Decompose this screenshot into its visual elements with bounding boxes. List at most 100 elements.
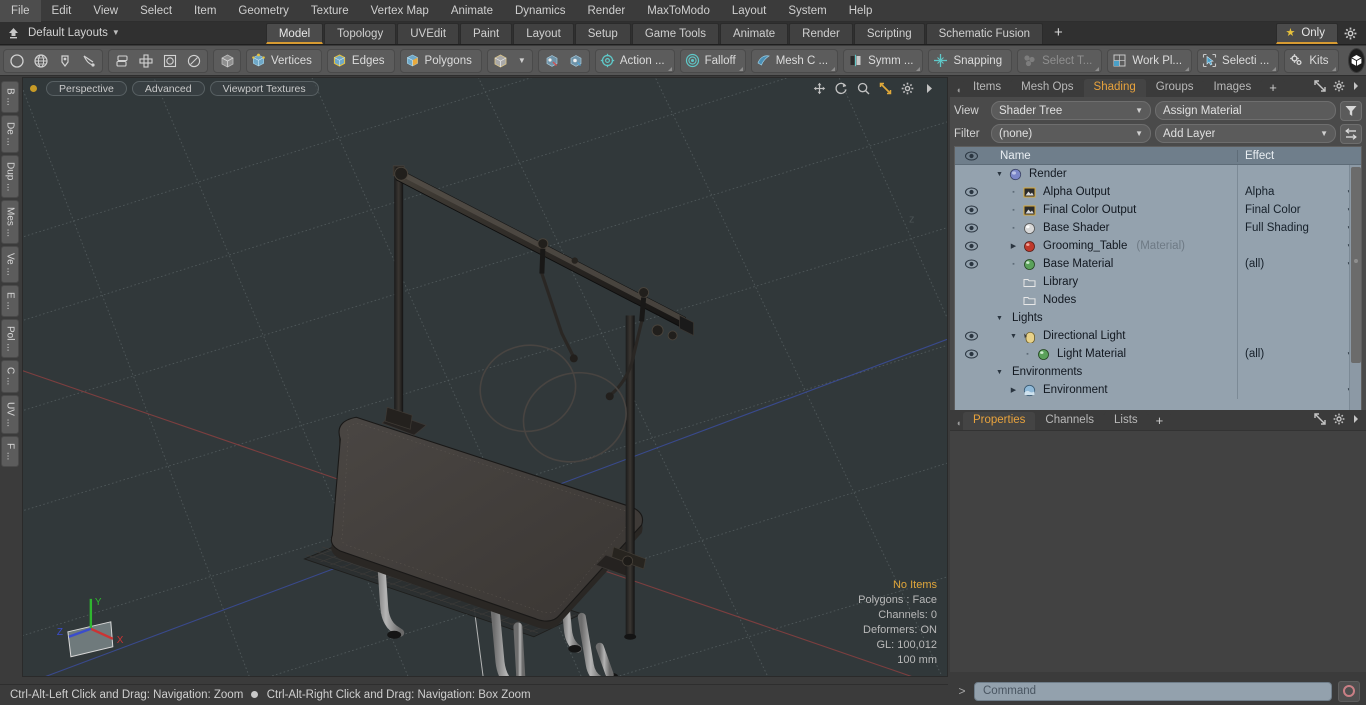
tab-images[interactable]: Images [1203, 79, 1262, 97]
chevron-right-icon[interactable] [1352, 81, 1360, 94]
tab-shading[interactable]: Shading [1083, 79, 1146, 97]
home-icon[interactable] [0, 22, 26, 44]
tab-mesh-ops[interactable]: Mesh Ops [1011, 79, 1084, 97]
left-tool-tab-9[interactable]: F ... [1, 435, 19, 467]
shader-tree-effect-cell[interactable]: Final Color▼ [1237, 201, 1361, 219]
layout-tab-game-tools[interactable]: Game Tools [631, 23, 719, 44]
panel-dot-icon[interactable]: ◖ [954, 416, 963, 430]
pen-icon[interactable] [53, 50, 77, 72]
menu-item-system[interactable]: System [777, 0, 837, 22]
falloff-button[interactable]: Falloff [679, 48, 746, 73]
shader-tree-row[interactable]: Library [955, 273, 1361, 291]
snap-center-icon[interactable] [564, 50, 588, 72]
shader-tree-row[interactable]: ▼ Render [955, 165, 1361, 183]
visibility-toggle-icon[interactable] [955, 259, 988, 269]
left-tool-tab-6[interactable]: Pol ... [1, 318, 19, 359]
menu-item-animate[interactable]: Animate [440, 0, 504, 22]
visibility-toggle-icon[interactable] [955, 223, 988, 233]
menu-item-select[interactable]: Select [129, 0, 183, 22]
chevron-right-icon[interactable] [1352, 414, 1360, 427]
menu-item-texture[interactable]: Texture [300, 0, 360, 22]
chevron-down-icon[interactable]: ▼ [1008, 333, 1019, 340]
shader-tree-row[interactable]: ▶ Grooming_Table (Material) ▼ [955, 237, 1361, 255]
viewport-projection-selector[interactable]: Perspective [46, 80, 127, 96]
left-tool-tab-1[interactable]: De ... [1, 114, 19, 153]
shader-tree-list[interactable]: Name Effect ▼Render▪Alpha OutputAlpha▼▪F… [954, 146, 1362, 418]
record-ring-icon[interactable] [1338, 680, 1360, 702]
rotate-icon[interactable] [835, 82, 848, 95]
visibility-toggle-icon[interactable] [955, 205, 988, 215]
shader-tree-scrollbar[interactable] [1349, 165, 1361, 417]
visibility-toggle-icon[interactable] [955, 241, 988, 251]
fit-icon[interactable] [879, 82, 892, 95]
visibility-toggle-icon[interactable] [955, 349, 988, 359]
shader-tree-effect-cell[interactable]: Full Shading▼ [1237, 219, 1361, 237]
shader-tree-row[interactable]: ▪ Base Material (all)▼ [955, 255, 1361, 273]
menu-item-file[interactable]: File [0, 0, 41, 22]
tab-lists[interactable]: Lists [1104, 412, 1148, 430]
circle-icon[interactable] [5, 50, 29, 72]
menu-item-layout[interactable]: Layout [721, 0, 778, 22]
viewport-shading-selector[interactable]: Advanced [131, 80, 205, 96]
layout-tab-topology[interactable]: Topology [324, 23, 397, 44]
left-tool-tab-3[interactable]: Mes ... [1, 200, 19, 245]
kits-button[interactable]: Kits [1284, 48, 1339, 73]
snap-vertex-icon[interactable] [540, 50, 564, 72]
layout-tab-schematic-fusion[interactable]: Schematic Fusion [925, 23, 1044, 44]
menu-item-vertex-map[interactable]: Vertex Map [360, 0, 440, 22]
mesh-constraint-button[interactable]: Mesh C ... [750, 48, 839, 73]
shader-tree-row[interactable]: ▪ Alpha Output Alpha▼ [955, 183, 1361, 201]
chevron-right-icon[interactable] [923, 82, 936, 95]
globe-icon[interactable] [29, 50, 53, 72]
chevron-down-icon[interactable]: ▼ [994, 315, 1005, 322]
menu-item-render[interactable]: Render [576, 0, 636, 22]
gear-icon[interactable] [1338, 23, 1362, 44]
selection-mode-vertices[interactable]: Vertices [246, 48, 322, 73]
zoom-icon[interactable] [857, 82, 870, 95]
only-button[interactable]: ★ Only [1276, 23, 1338, 44]
select-through-button[interactable]: Select T... [1017, 48, 1103, 73]
left-tool-tab-5[interactable]: E ... [1, 284, 19, 317]
cube-icon[interactable] [215, 50, 239, 72]
layout-tab-animate[interactable]: Animate [719, 23, 789, 44]
menu-item-geometry[interactable]: Geometry [227, 0, 300, 22]
menu-item-help[interactable]: Help [838, 0, 884, 22]
layout-tab-paint[interactable]: Paint [460, 23, 513, 44]
duplicate-icon[interactable] [110, 50, 134, 72]
filter-combo[interactable]: (none) ▼ [991, 124, 1151, 143]
tab-groups[interactable]: Groups [1145, 79, 1204, 97]
view-combo[interactable]: Shader Tree ▼ [991, 101, 1151, 120]
work-plane-button[interactable]: Work Pl... [1107, 48, 1193, 73]
expand-icon[interactable] [1314, 80, 1326, 95]
layout-tab-layout[interactable]: Layout [513, 23, 574, 44]
shader-tree-row[interactable]: Nodes [955, 291, 1361, 309]
layout-tab-setup[interactable]: Setup [574, 23, 631, 44]
add-layer-combo[interactable]: Add Layer ▼ [1155, 124, 1336, 143]
scrollbar-thumb[interactable] [1351, 167, 1361, 363]
left-tool-tab-7[interactable]: C ... [1, 360, 19, 393]
expand-icon[interactable] [1314, 413, 1326, 428]
layout-tab-scripting[interactable]: Scripting [853, 23, 925, 44]
viewport-render-canvas[interactable]: Y X Z z [23, 78, 947, 677]
shader-tree-effect-cell[interactable]: Alpha▼ [1237, 183, 1361, 201]
tab-items[interactable]: Items [963, 79, 1012, 97]
add-properties-tab-button[interactable]: + [1147, 412, 1172, 430]
shader-tree-row[interactable]: ▪ Final Color Output Final Color▼ [955, 201, 1361, 219]
shader-tree-row[interactable]: ▼ Lights [955, 309, 1361, 327]
tab-properties[interactable]: Properties [963, 412, 1036, 430]
layout-tab-uvedit[interactable]: UVEdit [397, 23, 460, 44]
gear-icon[interactable] [901, 82, 914, 95]
visibility-toggle-icon[interactable] [955, 331, 988, 341]
add-shader-tab-button[interactable]: + [1261, 79, 1285, 97]
viewport-textures-selector[interactable]: Viewport Textures [209, 80, 319, 96]
command-input[interactable]: Command [974, 681, 1332, 701]
curve-icon[interactable] [77, 50, 101, 72]
3d-viewport[interactable]: Y X Z z Perspective Advanced Viewport Te… [22, 77, 948, 677]
shader-tree-row[interactable]: ▶ Environment ▼ [955, 381, 1361, 399]
chevron-down-icon[interactable]: ▼ [994, 171, 1005, 178]
gear-icon[interactable] [1333, 80, 1345, 95]
shader-tree-row[interactable]: ▼ Directional Light [955, 327, 1361, 345]
pan-icon[interactable] [813, 82, 826, 95]
shader-tree-row[interactable]: ▪ Base Shader Full Shading▼ [955, 219, 1361, 237]
snapping-button[interactable]: Snapping [928, 48, 1013, 73]
